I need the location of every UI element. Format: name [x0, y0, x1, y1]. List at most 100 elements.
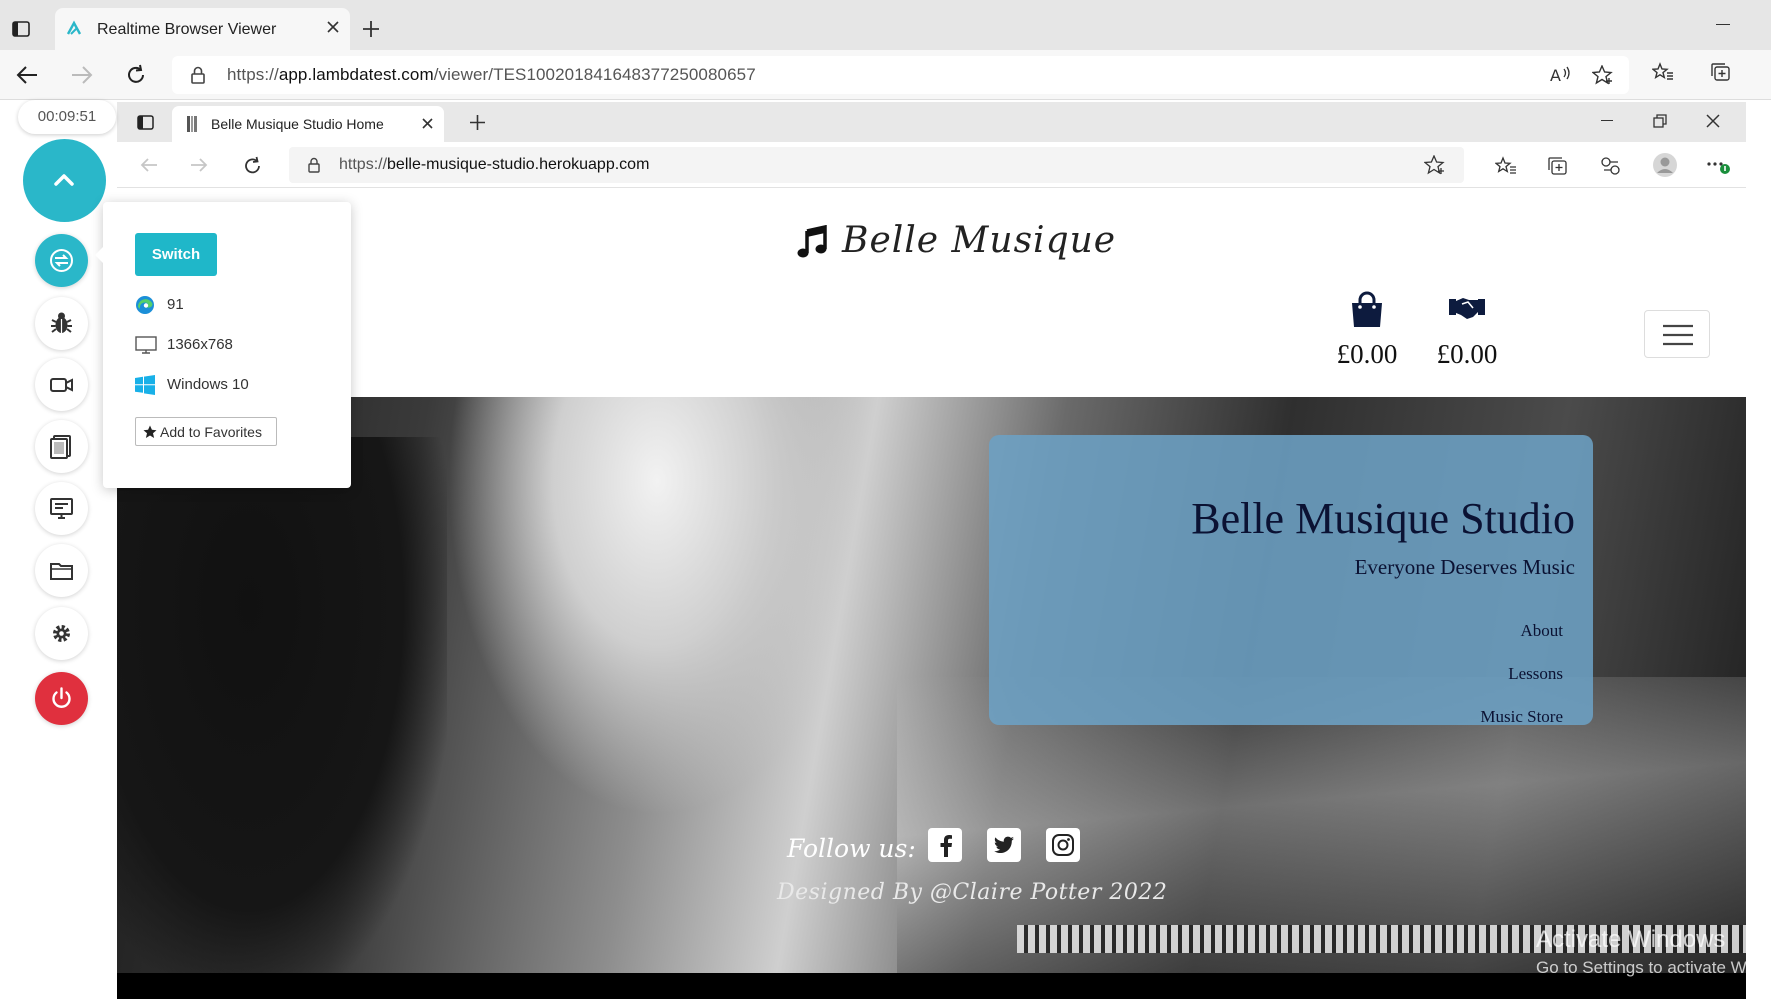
inner-tab-title: Belle Musique Studio Home [211, 116, 384, 132]
screenshot-gallery-button[interactable] [35, 420, 88, 473]
back-icon[interactable] [15, 64, 39, 86]
end-session-button[interactable] [35, 672, 88, 725]
gallery-icon [49, 434, 74, 459]
add-to-favorites-label: Add to Favorites [160, 424, 262, 440]
os-value: Windows 10 [167, 376, 249, 393]
forward-icon[interactable] [70, 64, 94, 86]
outer-address-bar: https://app.lambdatest.com/viewer/TES100… [0, 50, 1771, 100]
power-icon [49, 686, 74, 711]
collections-icon[interactable] [1547, 156, 1569, 176]
read-aloud-icon[interactable]: A [1550, 65, 1572, 85]
activate-windows-watermark: Activate Windows Go to Settings to activ… [1536, 926, 1771, 978]
bug-icon [49, 311, 74, 336]
hero-lamp-shape [447, 397, 867, 817]
twitter-link[interactable] [987, 828, 1021, 862]
outer-active-tab[interactable]: Realtime Browser Viewer [55, 8, 350, 50]
resolution-button[interactable] [35, 482, 88, 535]
hero-card: Belle Musique Studio Everyone Deserves M… [989, 435, 1593, 727]
tab-actions-icon[interactable] [12, 20, 30, 38]
outer-url-text: https://app.lambdatest.com/viewer/TES100… [227, 65, 756, 84]
gear-icon [49, 621, 74, 646]
refresh-icon[interactable] [125, 64, 147, 86]
lessons-total: £0.00 [1436, 339, 1498, 369]
website: Belle Musique £0.00 £0.00 Belle Musique … [117, 188, 1746, 999]
lock-icon [307, 157, 321, 173]
bug-report-button[interactable] [35, 297, 88, 350]
site-logo[interactable]: Belle Musique [797, 220, 1115, 270]
instagram-icon [1051, 833, 1075, 857]
remote-browser-viewport[interactable]: Belle Musique Studio Home https://belle-… [117, 102, 1746, 999]
video-icon [49, 372, 74, 397]
menu-icon [1662, 324, 1694, 346]
instagram-link[interactable] [1046, 828, 1080, 862]
facebook-link[interactable] [928, 828, 962, 862]
new-tab-icon[interactable] [362, 20, 380, 38]
inner-address-bar: https://belle-musique-studio.herokuapp.c… [117, 142, 1746, 188]
outer-url-field[interactable]: https://app.lambdatest.com/viewer/TES100… [172, 56, 1629, 94]
watermark-title: Activate Windows [1536, 926, 1726, 953]
star-icon [143, 425, 157, 439]
switch-config-popup: Switch 91 1366x768 Windows 10 Add to Fav… [95, 202, 351, 488]
shopping-bag[interactable]: £0.00 [1322, 291, 1412, 370]
favorites-icon[interactable] [1652, 62, 1674, 82]
collapse-toolbar-button[interactable] [23, 139, 106, 222]
file-manager-button[interactable] [35, 544, 88, 597]
outer-tab-title: Realtime Browser Viewer [97, 21, 277, 38]
twitter-icon [992, 833, 1016, 857]
restore-icon[interactable] [1653, 114, 1667, 128]
footer-bar [117, 973, 1746, 999]
designer-credit: Designed By @Claire Potter 2022 [777, 880, 1168, 905]
edge-browser-icon [135, 295, 155, 315]
monitor-icon [135, 335, 157, 355]
minimize-icon[interactable] [1601, 120, 1613, 121]
session-timer: 00:09:51 [18, 100, 116, 134]
lock-icon [190, 66, 206, 84]
collections-icon[interactable] [1710, 62, 1732, 82]
facebook-icon [933, 833, 957, 857]
nav-link-lessons[interactable]: Lessons [1508, 664, 1563, 684]
nav-link-music-store[interactable]: Music Store [1480, 707, 1563, 727]
popup-arrow [95, 247, 103, 263]
close-icon[interactable] [326, 20, 340, 34]
handshake-icon [1447, 291, 1487, 329]
tab-actions-icon[interactable] [137, 114, 154, 131]
more-options-icon[interactable] [1705, 156, 1731, 176]
monitor-icon [49, 496, 74, 521]
back-icon[interactable] [139, 156, 159, 174]
record-video-button[interactable] [35, 358, 88, 411]
folder-icon [49, 558, 74, 583]
bag-total: £0.00 [1336, 339, 1398, 369]
inner-tab-bar: Belle Musique Studio Home [117, 102, 1746, 142]
forward-icon[interactable] [189, 156, 209, 174]
close-icon[interactable] [421, 117, 434, 130]
hamburger-menu-button[interactable] [1644, 310, 1710, 358]
svg-text:A: A [1550, 66, 1561, 85]
follow-label: Follow us: [787, 834, 916, 863]
add-to-favorites-button[interactable]: Add to Favorites [135, 417, 277, 446]
refresh-icon[interactable] [243, 156, 263, 176]
outer-tab-bar: Realtime Browser Viewer [0, 0, 1771, 50]
inner-active-tab[interactable]: Belle Musique Studio Home [172, 106, 444, 142]
settings-button[interactable] [35, 607, 88, 660]
switch-icon [49, 248, 74, 273]
switch-button[interactable]: Switch [135, 233, 217, 276]
lessons-basket[interactable]: £0.00 [1422, 291, 1512, 370]
minimize-icon[interactable] [1716, 24, 1730, 25]
add-favorite-icon[interactable] [1592, 65, 1614, 85]
new-tab-icon[interactable] [469, 114, 486, 131]
site-header: Belle Musique £0.00 £0.00 [117, 188, 1746, 397]
nav-link-about[interactable]: About [1521, 621, 1564, 641]
profile-avatar-icon[interactable] [1652, 152, 1678, 178]
chevron-up-icon [52, 168, 76, 192]
window-close-icon[interactable] [1705, 113, 1721, 129]
inner-url-field[interactable]: https://belle-musique-studio.herokuapp.c… [289, 147, 1464, 183]
extensions-icon[interactable] [1600, 156, 1622, 176]
inner-url-text: https://belle-musique-studio.herokuapp.c… [339, 156, 650, 173]
lambdatest-favicon-icon [65, 20, 83, 38]
switch-browser-button[interactable] [35, 234, 88, 287]
hero-pianist-shape [117, 437, 447, 973]
watermark-subtitle: Go to Settings to activate Windows. [1536, 958, 1771, 977]
music-note-icon [797, 225, 829, 259]
favorites-icon[interactable] [1495, 156, 1517, 176]
add-favorite-icon[interactable] [1424, 155, 1446, 175]
